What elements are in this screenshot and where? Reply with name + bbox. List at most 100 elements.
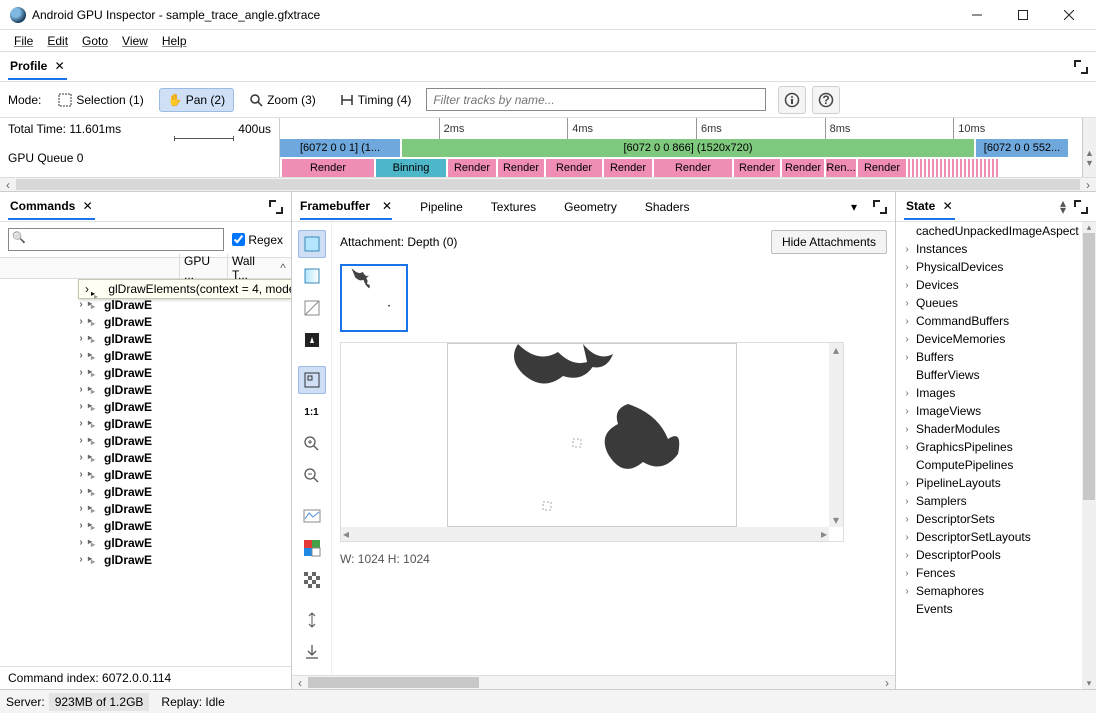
state-item[interactable]: ›Devices <box>896 276 1082 294</box>
state-item[interactable]: ›PipelineLayouts <box>896 474 1082 492</box>
menu-edit[interactable]: Edit <box>41 32 74 50</box>
framebuffer-hscroll[interactable]: ‹› <box>292 675 895 689</box>
fullscreen-icon[interactable] <box>269 200 283 214</box>
preview-hscroll[interactable]: ◂▸ <box>341 527 829 541</box>
timeline-vscroll[interactable]: ▲▼ <box>1082 139 1096 177</box>
menu-goto[interactable]: Goto <box>76 32 114 50</box>
col-gpu[interactable]: GPU ... <box>179 254 227 282</box>
state-item[interactable]: ›Queues <box>896 294 1082 312</box>
close-icon[interactable]: ✕ <box>51 59 64 73</box>
tool-zoom-in[interactable] <box>298 430 326 458</box>
render-bar[interactable]: Render <box>282 159 374 177</box>
tab-geometry[interactable]: Geometry <box>564 194 617 219</box>
render-bar[interactable]: Render <box>604 159 652 177</box>
render-bar[interactable]: Render <box>654 159 732 177</box>
preview-vscroll[interactable]: ▴▾ <box>829 343 843 527</box>
tab-shaders[interactable]: Shaders <box>645 194 690 219</box>
attachment-thumbnail[interactable] <box>340 264 408 332</box>
filter-input[interactable] <box>426 88 766 111</box>
tool-zoom-out[interactable] <box>298 462 326 490</box>
command-tree-item[interactable]: ›glDrawE <box>0 330 291 347</box>
command-tree-item[interactable]: ›glDrawE <box>0 347 291 364</box>
render-bar[interactable]: Render <box>782 159 824 177</box>
maximize-button[interactable] <box>1000 0 1046 30</box>
state-item[interactable]: ›ShaderModules <box>896 420 1082 438</box>
minimize-button[interactable] <box>954 0 1000 30</box>
tool-channels[interactable] <box>298 534 326 562</box>
gpu-bar[interactable]: [6072 0 0 1] (1... <box>280 139 400 157</box>
tool-checker[interactable] <box>298 566 326 594</box>
render-bar[interactable]: Render <box>448 159 496 177</box>
state-item[interactable]: ›Semaphores <box>896 582 1082 600</box>
command-tree-item[interactable]: ›glDrawE <box>0 415 291 432</box>
state-item[interactable]: Events <box>896 600 1082 618</box>
menu-view[interactable]: View <box>116 32 154 50</box>
command-tree-item[interactable]: ›glDrawE <box>0 432 291 449</box>
reorder-icon[interactable]: ▴▾ <box>1060 200 1066 214</box>
framebuffer-preview[interactable]: ▴▾ ◂▸ <box>340 342 844 542</box>
close-icon[interactable]: ✕ <box>79 199 92 213</box>
command-tree-item[interactable]: ›glDrawE <box>0 313 291 330</box>
tab-textures[interactable]: Textures <box>491 194 536 219</box>
commands-column-header[interactable]: GPU ... Wall T... ^ <box>0 257 291 279</box>
render-bar[interactable]: Render <box>734 159 780 177</box>
profile-tab[interactable]: Profile ✕ <box>8 53 67 80</box>
render-bar[interactable]: Render <box>546 159 602 177</box>
gpu-bar[interactable]: [6072 0 0 866] (1520x720) <box>402 139 974 157</box>
mode-pan[interactable]: ✋ Pan (2) <box>159 88 234 112</box>
timeline-ruler[interactable]: 2ms4ms6ms8ms10ms <box>280 118 1082 139</box>
render-bar[interactable]: Render <box>498 159 544 177</box>
tool-fit[interactable] <box>298 366 326 394</box>
timeline-hscrollbar[interactable]: ‹› <box>0 177 1096 191</box>
menu-help[interactable]: Help <box>156 32 193 50</box>
render-bar[interactable]: Render <box>858 159 906 177</box>
mode-timing[interactable]: Timing (4) <box>331 88 421 112</box>
chevron-down-icon[interactable] <box>851 200 857 214</box>
info-button[interactable] <box>778 86 806 114</box>
command-tree-item[interactable]: ›glDrawE <box>0 534 291 551</box>
mode-selection[interactable]: Selection (1) <box>49 88 152 112</box>
commands-search-input[interactable] <box>8 228 224 251</box>
tool-save[interactable] <box>298 638 326 666</box>
regex-checkbox[interactable]: Regex <box>232 228 283 251</box>
state-item[interactable]: ›PhysicalDevices <box>896 258 1082 276</box>
state-item[interactable]: ›Instances <box>896 240 1082 258</box>
commands-tree[interactable]: ›▸▸ glDrawElements(context = 4, mode = G… <box>0 279 291 666</box>
state-item[interactable]: ›ImageViews <box>896 402 1082 420</box>
tool-actual-size[interactable]: 1:1 <box>298 398 326 426</box>
fullscreen-icon[interactable] <box>1074 60 1088 74</box>
close-icon[interactable]: ✕ <box>382 199 392 213</box>
state-item[interactable]: ComputePipelines <box>896 456 1082 474</box>
tool-overdraw[interactable] <box>298 294 326 322</box>
state-vscroll[interactable]: ▴▾ <box>1082 222 1096 689</box>
tool-flip[interactable] <box>298 606 326 634</box>
state-item[interactable]: ›GraphicsPipelines <box>896 438 1082 456</box>
state-item[interactable]: ›Buffers <box>896 348 1082 366</box>
state-item[interactable]: ›DescriptorPools <box>896 546 1082 564</box>
close-icon[interactable]: ✕ <box>939 199 952 213</box>
render-bar[interactable]: Ren... <box>826 159 856 177</box>
gpu-queue-track[interactable]: [6072 0 0 1] (1...[6072 0 0 866] (1520x7… <box>280 139 1082 177</box>
fullscreen-icon[interactable] <box>873 200 887 214</box>
tool-color-buffer[interactable] <box>298 230 326 258</box>
state-item[interactable]: ›Images <box>896 384 1082 402</box>
commands-tab[interactable]: Commands ✕ <box>8 193 95 220</box>
state-item[interactable]: ›DescriptorSetLayouts <box>896 528 1082 546</box>
command-tree-item[interactable]: ›glDrawE <box>0 466 291 483</box>
command-tree-item[interactable]: ›glDrawE <box>0 398 291 415</box>
state-item[interactable]: ›CommandBuffers <box>896 312 1082 330</box>
tab-pipeline[interactable]: Pipeline <box>420 194 463 219</box>
state-item[interactable]: ›DescriptorSets <box>896 510 1082 528</box>
col-walltime[interactable]: Wall T... <box>227 254 275 282</box>
state-item[interactable]: ›DeviceMemories <box>896 330 1082 348</box>
command-tree-item[interactable]: ›glDrawE <box>0 551 291 568</box>
tool-histogram[interactable] <box>298 502 326 530</box>
sort-icon[interactable]: ^ <box>275 261 291 275</box>
render-bar[interactable]: Binning <box>376 159 446 177</box>
tab-framebuffer[interactable]: Framebuffer✕ <box>300 193 392 220</box>
state-tree[interactable]: cachedUnpackedImageAspect›Instances›Phys… <box>896 222 1082 689</box>
mode-zoom[interactable]: Zoom (3) <box>240 88 325 112</box>
hide-attachments-button[interactable]: Hide Attachments <box>771 230 887 254</box>
render-bar[interactable] <box>908 159 1000 177</box>
state-item[interactable]: ›Fences <box>896 564 1082 582</box>
